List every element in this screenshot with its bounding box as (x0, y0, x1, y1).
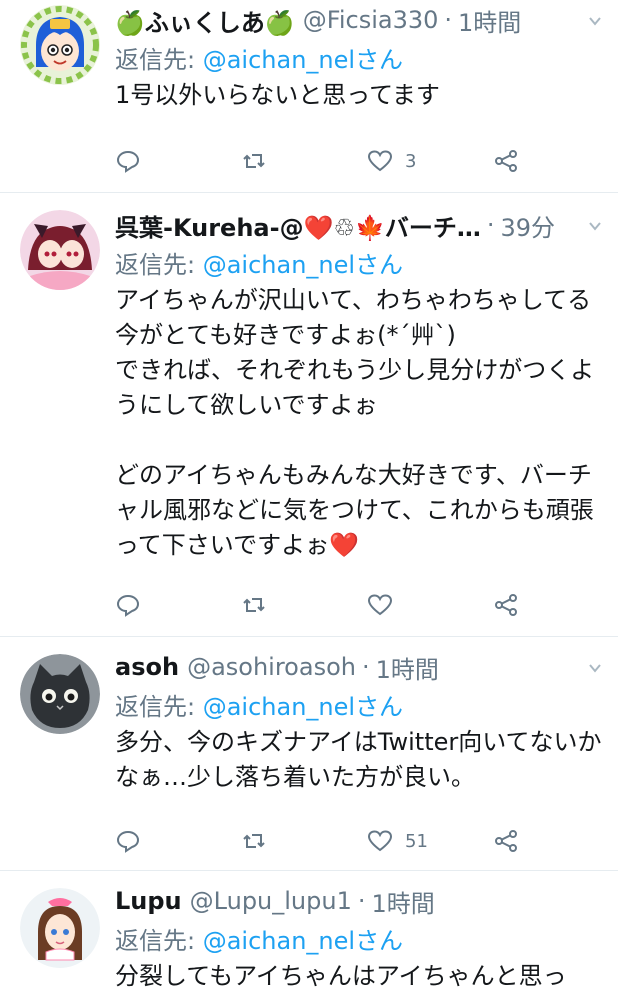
chevron-down-icon[interactable] (588, 219, 602, 233)
separator-dot: · (357, 887, 366, 915)
heart-emoji: ❤️ (329, 531, 359, 559)
timestamp[interactable]: 1時間 (372, 884, 435, 919)
reply-mention-link[interactable]: @aichan_nelさん (203, 251, 403, 279)
share-button[interactable] (493, 826, 519, 856)
reply-context: 返信先: @aichan_nelさん (115, 687, 403, 722)
retweet-button[interactable] (241, 826, 279, 856)
heart-icon (367, 594, 393, 616)
reply-mention-link[interactable]: @aichan_nelさん (203, 927, 403, 955)
user-handle[interactable]: @Ficsia330 (303, 6, 439, 34)
reply-icon (116, 150, 140, 173)
reply-context: 返信先: @aichan_nelさん (115, 245, 403, 280)
tweet[interactable]: Lupu @Lupu_lupu1 · 1時間 返信先: @aichan_nelさ… (0, 871, 618, 999)
user-handle[interactable]: @Lupu_lupu1 (190, 887, 352, 915)
heart-icon (367, 830, 393, 852)
retweet-button[interactable] (241, 590, 279, 620)
heart-icon (367, 150, 393, 172)
timestamp[interactable]: 1時間 (458, 3, 521, 38)
tweet-actions (115, 590, 535, 620)
separator-dot: · (486, 211, 495, 239)
tweet-actions: 51 (115, 826, 535, 856)
like-button[interactable]: 3 (367, 146, 416, 176)
timestamp[interactable]: 1時間 (376, 650, 439, 685)
reply-button[interactable] (115, 146, 153, 176)
tweet-header: 🍏ふぃくしあ🍏 @Ficsia330 · 1時間 (115, 2, 578, 38)
reply-prefix: 返信先: (115, 693, 203, 721)
display-name[interactable]: Lupu (115, 887, 182, 915)
tweet-header: Lupu @Lupu_lupu1 · 1時間 (115, 883, 578, 919)
retweet-icon (243, 598, 265, 612)
reply-prefix: 返信先: (115, 46, 203, 74)
tweet-header: 呉葉-Kureha-@❤️♲🍁バーチ… · 39分 (115, 207, 578, 243)
share-button[interactable] (493, 146, 519, 176)
tweet-actions: 3 (115, 146, 535, 176)
chevron-down-icon[interactable] (588, 14, 602, 28)
tweet-text: アイちゃんが沢山いて、わちゃわちゃしてる今がとても好きですよぉ(*´艸`) でき… (115, 283, 605, 563)
like-button[interactable] (367, 590, 405, 620)
separator-dot: · (444, 6, 453, 34)
display-name[interactable]: asoh (115, 653, 179, 681)
tweet-text-content: アイちゃんが沢山いて、わちゃわちゃしてる今がとても好きですよぉ(*´艸`) でき… (115, 286, 595, 559)
reply-context: 返信先: @aichan_nelさん (115, 40, 403, 75)
reply-button[interactable] (115, 826, 153, 856)
reply-button[interactable] (115, 590, 153, 620)
tweet[interactable]: asoh @asohiroasoh · 1時間 返信先: @aichan_nel… (0, 637, 618, 871)
display-name[interactable]: 呉葉-Kureha-@❤️♲🍁バーチ… (115, 208, 481, 243)
like-count: 3 (405, 150, 417, 172)
tweet[interactable]: 🍏ふぃくしあ🍏 @Ficsia330 · 1時間 返信先: @aichan_ne… (0, 0, 618, 193)
avatar[interactable] (20, 210, 100, 290)
avatar[interactable] (20, 654, 100, 734)
tweet[interactable]: 呉葉-Kureha-@❤️♲🍁バーチ… · 39分 返信先: @aichan_n… (0, 193, 618, 637)
tweet-text: 多分、今のキズナアイはTwitter向いてないかなぁ…少し落ち着いた方が良い。 (115, 728, 602, 791)
timestamp[interactable]: 39分 (501, 208, 556, 243)
like-count: 51 (405, 830, 428, 852)
avatar[interactable] (20, 888, 100, 968)
chevron-down-icon[interactable] (588, 661, 602, 675)
reply-mention-link[interactable]: @aichan_nelさん (203, 693, 403, 721)
share-button[interactable] (493, 590, 519, 620)
tweet-header: asoh @asohiroasoh · 1時間 (115, 649, 578, 685)
share-icon (495, 594, 517, 616)
share-icon (495, 150, 517, 172)
like-button[interactable]: 51 (367, 826, 428, 856)
retweet-button[interactable] (241, 146, 279, 176)
reply-mention-link[interactable]: @aichan_nelさん (203, 46, 403, 74)
reply-context: 返信先: @aichan_nelさん (115, 921, 403, 956)
reply-prefix: 返信先: (115, 927, 203, 955)
share-icon (495, 830, 517, 852)
retweet-icon (243, 154, 265, 168)
reply-icon (116, 594, 140, 617)
tweet-text: 分裂してもアイちゃんはアイちゃんと思っ (115, 962, 567, 990)
separator-dot: · (361, 653, 370, 681)
display-name[interactable]: 🍏ふぃくしあ🍏 (115, 3, 295, 38)
reply-prefix: 返信先: (115, 251, 203, 279)
retweet-icon (243, 834, 265, 848)
reply-icon (116, 830, 140, 853)
tweet-text: 1号以外いらないと思ってます (115, 81, 440, 109)
avatar[interactable] (20, 5, 100, 85)
user-handle[interactable]: @asohiroasoh (187, 653, 356, 681)
